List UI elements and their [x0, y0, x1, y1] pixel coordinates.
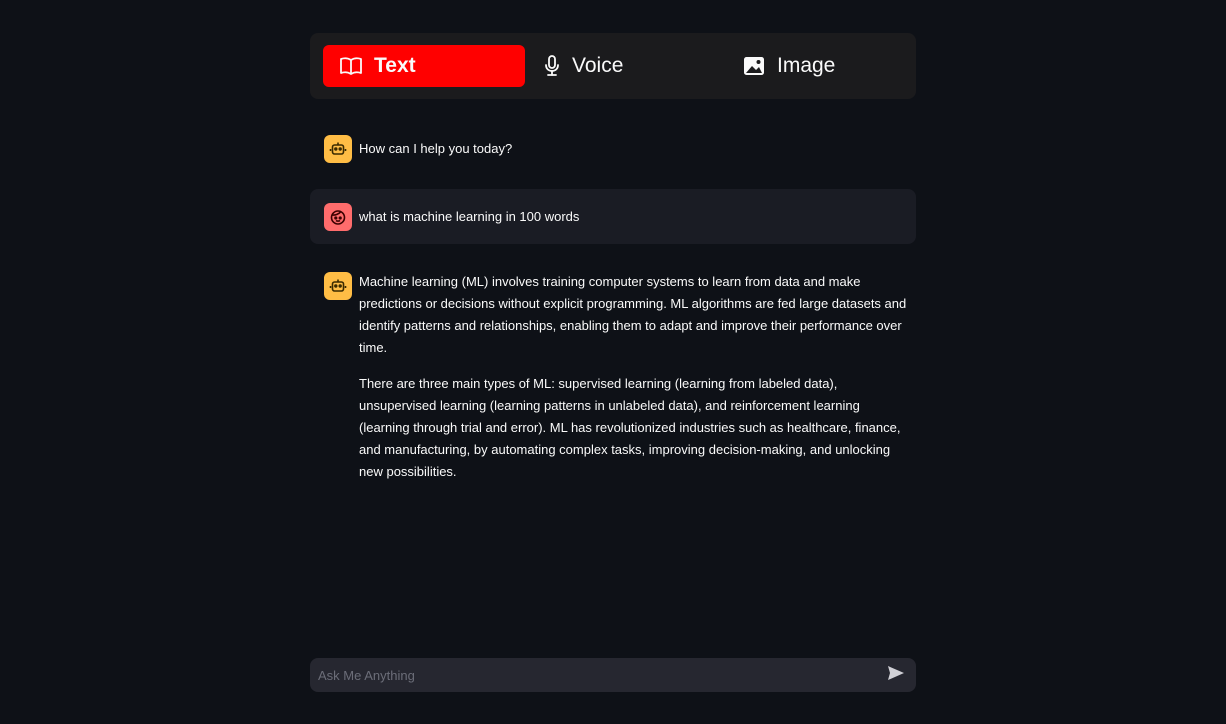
- message-text: How can I help you today?: [359, 138, 518, 160]
- microphone-icon: [543, 54, 561, 78]
- message-paragraph: How can I help you today?: [359, 141, 513, 156]
- tab-image-label: Image: [777, 54, 836, 77]
- tab-text-label: Text: [374, 54, 416, 77]
- robot-icon: [324, 272, 352, 300]
- tab-voice[interactable]: Voice: [543, 45, 723, 87]
- message-paragraph: what is machine learning in 100 words: [359, 208, 580, 224]
- chat-message-assistant: How can I help you today?: [310, 134, 916, 164]
- message-text: Machine learning (ML) involves training …: [359, 271, 916, 483]
- chat-message-assistant: Machine learning (ML) involves training …: [310, 271, 916, 483]
- tab-image[interactable]: Image: [742, 45, 912, 87]
- chat-message-user: what is machine learning in 100 words: [310, 189, 916, 244]
- chat-input-container: [310, 657, 916, 693]
- send-icon: [887, 665, 905, 686]
- message-text: what is machine learning in 100 words: [359, 206, 585, 228]
- tab-voice-label: Voice: [572, 54, 624, 77]
- send-button[interactable]: [876, 658, 916, 692]
- face-icon: [324, 202, 352, 231]
- robot-icon: [324, 135, 352, 163]
- chat-input[interactable]: [310, 657, 876, 693]
- tab-text[interactable]: Text: [323, 45, 525, 87]
- chat-app: Text Voice Image How can I help you toda…: [0, 0, 1226, 724]
- image-icon: [742, 55, 766, 77]
- message-paragraph: There are three main types of ML: superv…: [359, 376, 901, 479]
- book-open-icon: [339, 56, 363, 76]
- mode-tab-bar: Text Voice Image: [310, 33, 916, 99]
- message-paragraph: Machine learning (ML) involves training …: [359, 274, 907, 355]
